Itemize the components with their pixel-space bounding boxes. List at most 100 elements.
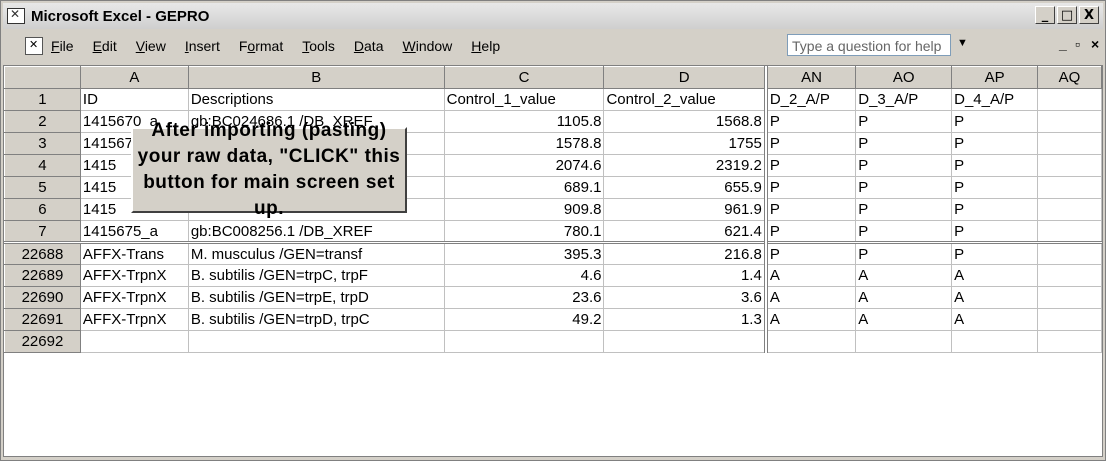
cell[interactable]: 1568.8 <box>603 110 768 133</box>
cell[interactable] <box>1037 308 1102 331</box>
cell[interactable]: A <box>855 264 953 287</box>
close-button[interactable]: X <box>1079 6 1099 24</box>
row-header[interactable]: 7 <box>4 220 81 244</box>
row-header[interactable]: 4 <box>4 154 81 177</box>
cell[interactable]: P <box>951 198 1039 221</box>
menu-item-8[interactable]: Help <box>471 38 500 54</box>
cell[interactable]: A <box>765 308 857 331</box>
cell[interactable]: 2074.6 <box>443 154 605 177</box>
help-dropdown-arrow-icon[interactable]: ▼ <box>957 37 968 49</box>
menu-item-7[interactable]: Window <box>402 38 452 54</box>
column-header-B[interactable]: B <box>187 66 445 89</box>
cell[interactable]: A <box>765 286 857 309</box>
cell[interactable]: 216.8 <box>603 242 768 265</box>
cell[interactable]: P <box>765 110 857 133</box>
menu-item-2[interactable]: View <box>136 38 166 54</box>
cell[interactable] <box>1037 286 1102 309</box>
cell[interactable] <box>603 330 768 353</box>
menu-item-5[interactable]: Tools <box>302 38 335 54</box>
cell[interactable]: P <box>765 176 857 199</box>
column-header-C[interactable]: C <box>443 66 605 89</box>
cell[interactable]: P <box>765 132 857 155</box>
doc-close-button[interactable]: × <box>1091 36 1099 52</box>
cell[interactable]: P <box>951 154 1039 177</box>
setup-instruction-button[interactable]: After importing (pasting) your raw data,… <box>131 120 407 219</box>
cell[interactable]: B. subtilis /GEN=trpD, trpC <box>187 308 445 331</box>
column-header-A[interactable]: A <box>79 66 189 89</box>
cell[interactable] <box>1037 264 1102 287</box>
cell[interactable]: P <box>855 176 953 199</box>
cell[interactable]: P <box>855 242 953 265</box>
cell[interactable] <box>951 330 1039 353</box>
cell[interactable]: 655.9 <box>603 176 768 199</box>
column-header-AP[interactable]: AP <box>951 66 1039 89</box>
cell[interactable]: AFFX-TrpnX <box>79 308 189 331</box>
cell[interactable] <box>1037 154 1102 177</box>
cell[interactable]: A <box>855 308 953 331</box>
cell[interactable]: 1415675_a <box>79 220 189 244</box>
cell[interactable]: 1.3 <box>603 308 768 331</box>
cell[interactable]: 961.9 <box>603 198 768 221</box>
cell[interactable]: A <box>951 286 1039 309</box>
row-header[interactable]: 22691 <box>4 308 81 331</box>
cell[interactable] <box>855 330 953 353</box>
cell[interactable]: P <box>765 220 857 244</box>
cell[interactable]: M. musculus /GEN=transf <box>187 242 445 265</box>
doc-restore-button[interactable]: ▫ <box>1075 36 1080 52</box>
cell[interactable]: P <box>951 110 1039 133</box>
cell[interactable] <box>1037 88 1102 111</box>
cell[interactable]: Control_1_value <box>443 88 605 111</box>
cell[interactable] <box>765 330 857 353</box>
cell[interactable] <box>1037 132 1102 155</box>
cell[interactable]: 689.1 <box>443 176 605 199</box>
row-header[interactable]: 1 <box>4 88 81 111</box>
cell[interactable]: P <box>951 220 1039 244</box>
row-header[interactable]: 22690 <box>4 286 81 309</box>
cell[interactable]: A <box>765 264 857 287</box>
cell[interactable]: A <box>855 286 953 309</box>
doc-minimize-button[interactable]: _ <box>1059 36 1067 52</box>
row-header[interactable]: 22689 <box>4 264 81 287</box>
menu-item-0[interactable]: File <box>51 38 74 54</box>
column-header-AQ[interactable]: AQ <box>1037 66 1102 89</box>
cell[interactable]: 2319.2 <box>603 154 768 177</box>
cell[interactable]: 621.4 <box>603 220 768 244</box>
minimize-button[interactable]: _ <box>1035 6 1055 24</box>
cell[interactable]: P <box>951 176 1039 199</box>
cell[interactable] <box>79 330 189 353</box>
cell[interactable]: 3.6 <box>603 286 768 309</box>
cell[interactable]: AFFX-TrpnX <box>79 264 189 287</box>
cell[interactable]: 1578.8 <box>443 132 605 155</box>
cell[interactable]: Descriptions <box>187 88 445 111</box>
menu-item-4[interactable]: Format <box>239 38 283 54</box>
menu-item-1[interactable]: Edit <box>93 38 117 54</box>
cell[interactable] <box>1037 220 1102 244</box>
cell[interactable]: P <box>855 154 953 177</box>
row-header[interactable]: 6 <box>4 198 81 221</box>
select-all-corner[interactable] <box>4 66 81 89</box>
cell[interactable] <box>1037 110 1102 133</box>
maximize-button[interactable]: □ <box>1057 6 1077 24</box>
cell[interactable]: 1105.8 <box>443 110 605 133</box>
cell[interactable]: A <box>951 308 1039 331</box>
menu-item-6[interactable]: Data <box>354 38 384 54</box>
cell[interactable]: P <box>951 132 1039 155</box>
row-header[interactable]: 3 <box>4 132 81 155</box>
cell[interactable] <box>1037 330 1102 353</box>
cell[interactable]: 395.3 <box>443 242 605 265</box>
workbook-icon[interactable] <box>25 37 43 55</box>
cell[interactable] <box>1037 198 1102 221</box>
cell[interactable]: P <box>765 154 857 177</box>
cell[interactable]: 1755 <box>603 132 768 155</box>
cell[interactable]: B. subtilis /GEN=trpC, trpF <box>187 264 445 287</box>
cell[interactable]: A <box>951 264 1039 287</box>
cell[interactable]: 1.4 <box>603 264 768 287</box>
menu-item-3[interactable]: Insert <box>185 38 220 54</box>
cell[interactable]: B. subtilis /GEN=trpE, trpD <box>187 286 445 309</box>
row-header[interactable]: 5 <box>4 176 81 199</box>
cell[interactable]: D_2_A/P <box>765 88 857 111</box>
help-search-input[interactable]: Type a question for help <box>787 34 951 56</box>
column-header-AN[interactable]: AN <box>765 66 857 89</box>
cell[interactable]: ID <box>79 88 189 111</box>
cell[interactable]: Control_2_value <box>603 88 768 111</box>
